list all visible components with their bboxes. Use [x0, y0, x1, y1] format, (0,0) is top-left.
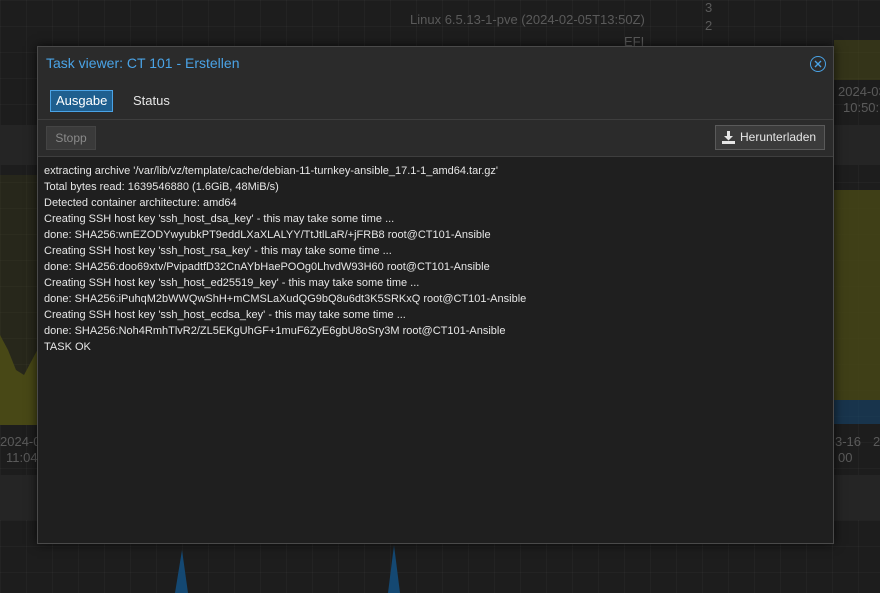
- toolbar: Stopp Herunterladen: [38, 120, 833, 157]
- close-button[interactable]: [810, 56, 826, 72]
- close-icon: [814, 60, 822, 68]
- window-header[interactable]: Task viewer: CT 101 - Erstellen: [38, 47, 833, 79]
- task-viewer-window: Task viewer: CT 101 - Erstellen Ausgabe …: [37, 46, 834, 544]
- task-log-output[interactable]: extracting archive '/var/lib/vz/template…: [38, 157, 833, 543]
- log-line: Creating SSH host key 'ssh_host_ed25519_…: [44, 277, 420, 289]
- download-button-label: Herunterladen: [740, 130, 817, 144]
- log-line: done: SHA256:wnEZODYwyubkPT9eddLXaXLALYY…: [44, 229, 491, 241]
- download-icon: [722, 131, 735, 144]
- log-line: done: SHA256:iPuhqM2bWWQwShH+mCMSLaXudQG…: [44, 293, 527, 305]
- log-line: Creating SSH host key 'ssh_host_ecdsa_ke…: [44, 309, 406, 321]
- tab-ausgabe[interactable]: Ausgabe: [50, 90, 114, 112]
- log-line: TASK OK: [44, 341, 91, 353]
- log-line: Total bytes read: 1639546880 (1.6GiB, 48…: [44, 181, 279, 193]
- tab-status[interactable]: Status: [127, 90, 176, 112]
- log-line: Creating SSH host key 'ssh_host_dsa_key'…: [44, 213, 395, 225]
- log-line: done: SHA256:Noh4RmhTlvR2/ZL5EKgUhGF+1mu…: [44, 325, 506, 337]
- log-line: done: SHA256:doo69xtv/PvipadtfD32CnAYbHa…: [44, 261, 490, 273]
- window-title: Task viewer: CT 101 - Erstellen: [46, 55, 240, 71]
- tab-bar: Ausgabe Status: [38, 79, 833, 120]
- log-line: Creating SSH host key 'ssh_host_rsa_key'…: [44, 245, 392, 257]
- download-button[interactable]: Herunterladen: [715, 125, 825, 150]
- stop-button[interactable]: Stopp: [46, 126, 96, 150]
- log-line: Detected container architecture: amd64: [44, 197, 237, 209]
- log-line: extracting archive '/var/lib/vz/template…: [44, 165, 499, 177]
